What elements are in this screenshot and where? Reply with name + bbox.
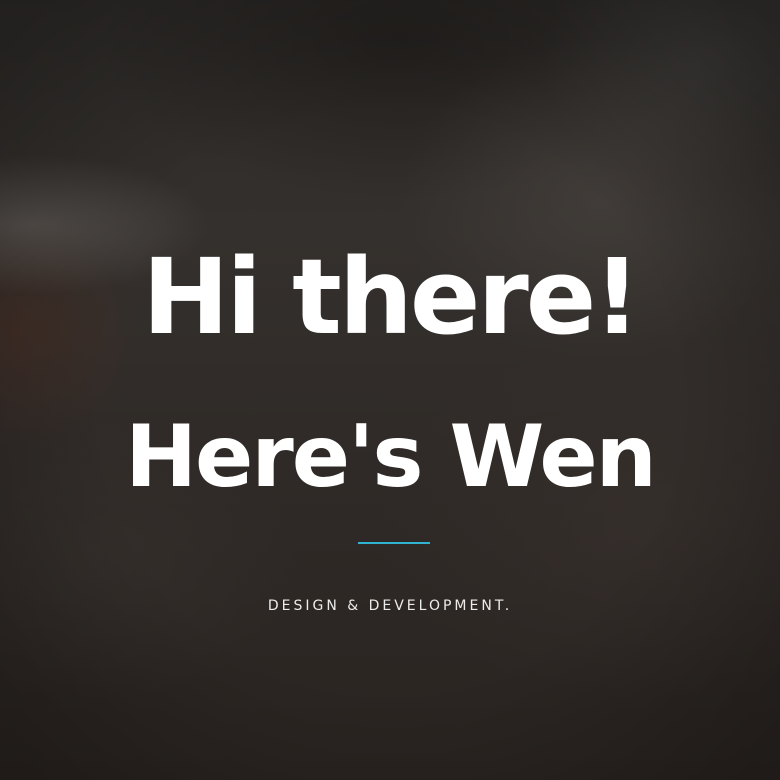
hero-title-line-2: Here's Wen	[125, 407, 657, 507]
hero-title-line-1: Hi there!	[142, 236, 640, 358]
hero-content: Hi there! Here's Wen DESIGN & DEVELOPMEN…	[0, 0, 780, 780]
hero-tagline: DESIGN & DEVELOPMENT.	[267, 598, 513, 614]
hero-section: Hi there! Here's Wen DESIGN & DEVELOPMEN…	[0, 0, 780, 780]
accent-divider	[358, 542, 430, 544]
